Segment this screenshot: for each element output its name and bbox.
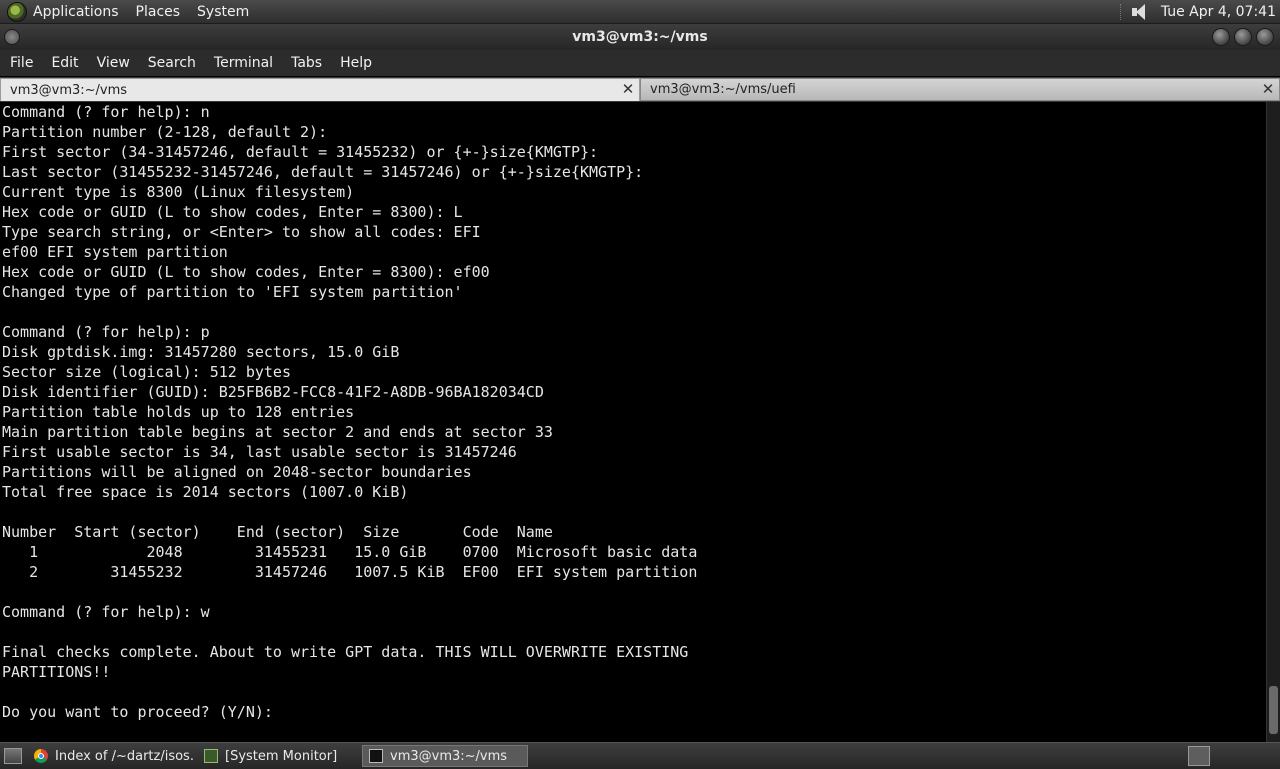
close-tab-icon[interactable]: ✕ <box>621 82 635 97</box>
terminal-line: Final checks complete. About to write GP… <box>2 643 689 661</box>
bottom-taskbar: Index of /~dartz/isos... [System Monitor… <box>0 742 1280 769</box>
system-monitor-icon <box>204 749 218 763</box>
task-chrome[interactable]: Index of /~dartz/isos... <box>28 745 194 767</box>
applications-menu[interactable]: Applications <box>33 4 119 20</box>
task-label: [System Monitor] <box>225 748 338 764</box>
show-desktop-icon[interactable] <box>4 748 22 764</box>
terminal-line: 2 31455232 31457246 1007.5 KiB EF00 EFI … <box>2 563 698 581</box>
terminal-line: Do you want to proceed? (Y/N): <box>2 703 282 721</box>
chrome-icon <box>34 749 48 763</box>
menu-file[interactable]: File <box>0 55 42 71</box>
terminal-line: Partition number (2-128, default 2): <box>2 123 328 141</box>
menu-edit[interactable]: Edit <box>42 55 87 71</box>
panel-separator <box>1119 3 1123 20</box>
menu-view[interactable]: View <box>88 55 139 71</box>
tab-label: vm3@vm3:~/vms <box>10 82 128 98</box>
menu-help[interactable]: Help <box>331 55 381 71</box>
terminal-line: Command (? for help): p <box>2 323 210 341</box>
terminal-line: PARTITIONS!! <box>2 663 111 681</box>
terminal-line: First sector (34-31457246, default = 314… <box>2 143 599 161</box>
panel-clock[interactable]: Tue Apr 4, 07:41 <box>1161 4 1276 20</box>
places-menu[interactable]: Places <box>136 4 181 20</box>
terminal-scrollbar[interactable] <box>1266 102 1280 742</box>
workspace-switcher[interactable] <box>1188 746 1210 766</box>
terminal-menubar: File Edit View Search Terminal Tabs Help <box>0 50 1280 76</box>
top-panel: Applications Places System Tue Apr 4, 07… <box>0 0 1280 24</box>
window-titlebar[interactable]: vm3@vm3:~/vms <box>0 24 1280 50</box>
task-label: vm3@vm3:~/vms <box>390 748 508 764</box>
terminal-line: Changed type of partition to 'EFI system… <box>2 283 463 301</box>
scrollbar-thumb[interactable] <box>1269 686 1278 734</box>
tab-vms-uefi[interactable]: vm3@vm3:~/vms/uefi ✕ <box>640 78 1280 101</box>
terminal-line: Command (? for help): n <box>2 103 210 121</box>
tab-label: vm3@vm3:~/vms/uefi <box>650 82 796 97</box>
terminal-icon <box>369 749 383 763</box>
terminal-line: Disk gptdisk.img: 31457280 sectors, 15.0… <box>2 343 400 361</box>
terminal-output[interactable]: Command (? for help): n Partition number … <box>0 102 1266 742</box>
terminal-line: Total free space is 2014 sectors (1007.0… <box>2 483 409 501</box>
volume-icon[interactable] <box>1131 3 1149 21</box>
terminal-line: Sector size (logical): 512 bytes <box>2 363 291 381</box>
close-tab-icon[interactable]: ✕ <box>1261 82 1275 97</box>
terminal-line: 1 2048 31455231 15.0 GiB 0700 Microsoft … <box>2 543 698 561</box>
terminal-line: Hex code or GUID (L to show codes, Enter… <box>2 203 463 221</box>
minimize-button[interactable] <box>1212 28 1230 46</box>
task-system-monitor[interactable]: [System Monitor] <box>198 745 358 767</box>
terminal-line: Disk identifier (GUID): B25FB6B2-FCC8-41… <box>2 383 544 401</box>
distro-logo-icon[interactable] <box>7 1 27 22</box>
menu-tabs[interactable]: Tabs <box>282 55 331 71</box>
tab-bar: vm3@vm3:~/vms ✕ vm3@vm3:~/vms/uefi ✕ <box>0 77 1280 102</box>
terminal-line: Command (? for help): w <box>2 603 210 621</box>
terminal-line: Current type is 8300 (Linux filesystem) <box>2 183 355 201</box>
tab-vms[interactable]: vm3@vm3:~/vms ✕ <box>0 78 640 101</box>
terminal-line: ef00 EFI system partition <box>2 243 228 261</box>
menu-search[interactable]: Search <box>139 55 205 71</box>
terminal-line: Last sector (31455232-31457246, default … <box>2 163 644 181</box>
terminal-line: Type search string, or <Enter> to show a… <box>2 223 481 241</box>
terminal-line: Hex code or GUID (L to show codes, Enter… <box>2 263 490 281</box>
menu-terminal[interactable]: Terminal <box>205 55 282 71</box>
window-title: vm3@vm3:~/vms <box>572 29 708 45</box>
task-label: Index of /~dartz/isos... <box>55 748 194 764</box>
terminal-line: First usable sector is 34, last usable s… <box>2 443 517 461</box>
terminal-line: Number Start (sector) End (sector) Size … <box>2 523 553 541</box>
task-terminal[interactable]: vm3@vm3:~/vms <box>362 745 528 767</box>
close-window-button[interactable] <box>1256 28 1274 46</box>
terminal-text: Command (? for help): n Partition number … <box>0 102 1266 722</box>
window-menu-icon[interactable] <box>4 29 20 45</box>
terminal-line: Main partition table begins at sector 2 … <box>2 423 553 441</box>
window-controls <box>1212 28 1274 46</box>
system-menu[interactable]: System <box>197 4 249 20</box>
terminal-line: Partition table holds up to 128 entries <box>2 403 355 421</box>
terminal-line: Partitions will be aligned on 2048-secto… <box>2 463 472 481</box>
maximize-button[interactable] <box>1234 28 1252 46</box>
panel-tray: Tue Apr 4, 07:41 <box>1112 0 1280 23</box>
